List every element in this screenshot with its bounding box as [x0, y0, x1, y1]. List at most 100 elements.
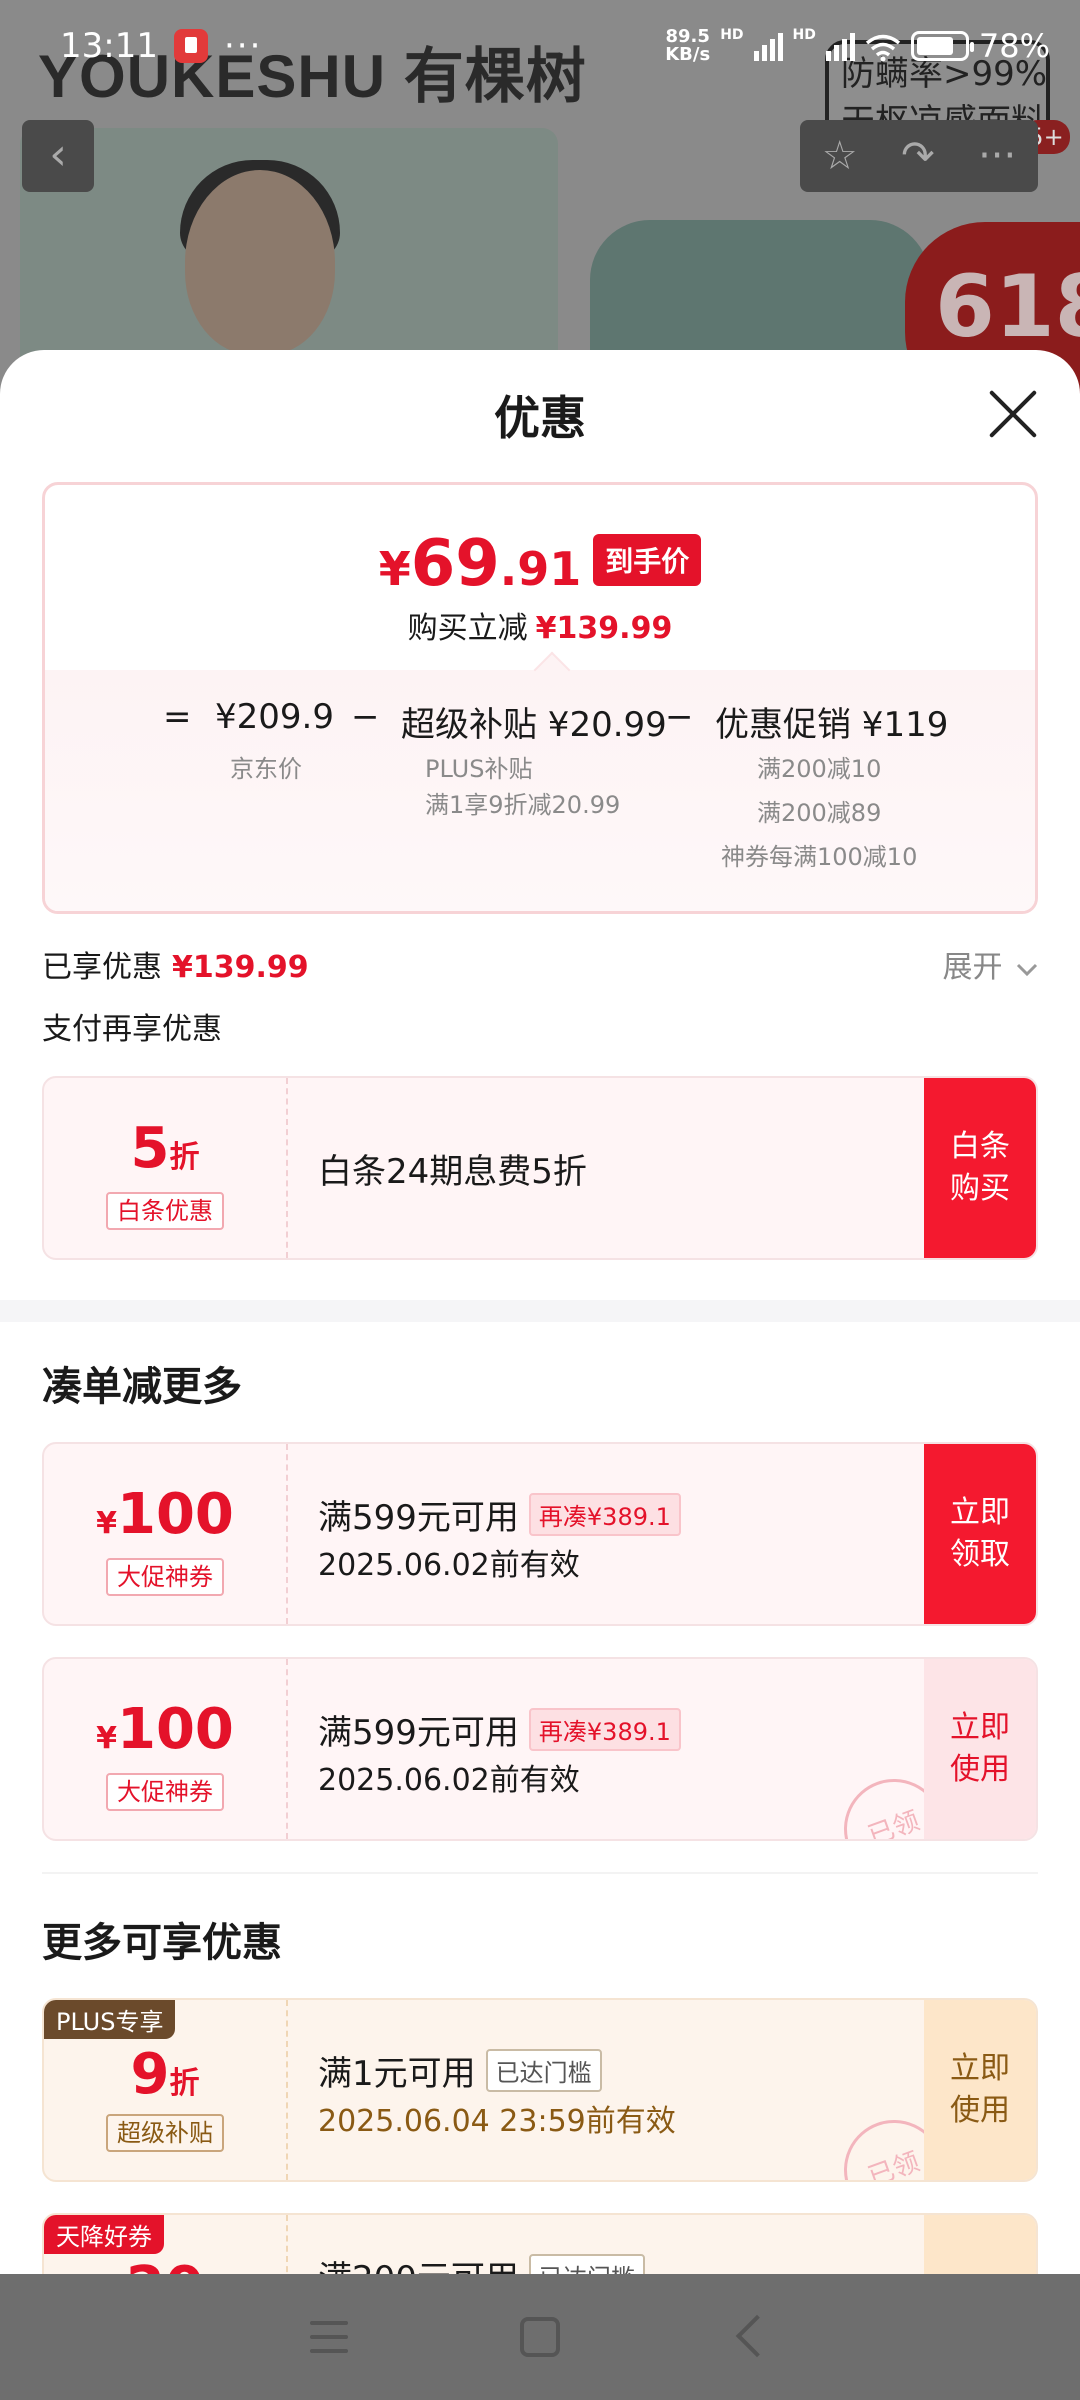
sky-coupon-tag: 天降好券 [44, 2215, 164, 2254]
back-icon[interactable] [720, 2307, 780, 2367]
baitiao-value: 5折 [44, 1116, 286, 1181]
discount-sheet: 优惠 ¥69.91 到手价 购买立减 ¥139.99 = ¥209.9 − 超级补贴… [0, 350, 1080, 2274]
coupon-card: ¥100 大促神券 满599元可用 再凑¥389.1 2025.06.02前有效 … [42, 1442, 1038, 1626]
sky-coupon-card: 天降好券 20 满200元可用已达门槛 立即 [42, 2213, 1038, 2274]
coupon-type-label: 大促神券 [106, 1558, 224, 1596]
sky-coupon-num: 20 [126, 2255, 204, 2274]
sky-coupon-value: 20 [44, 2255, 286, 2274]
instant-discount-value: ¥139.99 [535, 611, 673, 646]
expand-label: 展开 [942, 950, 1003, 985]
coupon-amount: 100 [116, 1697, 234, 1762]
super-subsidy-label: 超级补贴 [106, 2114, 224, 2152]
back-arrow-icon: ‹ [49, 129, 67, 180]
baitiao-coupon: 5折 白条优惠 白条24期息费5折 白条 购买 [42, 1076, 1038, 1260]
price-currency: ¥ [378, 542, 411, 596]
menu-icon[interactable] [300, 2307, 360, 2367]
sky-coupon-condition-text: 满200元可用 [318, 2259, 519, 2274]
baitiao-label: 白条优惠 [106, 1192, 224, 1230]
jd-price-value: ¥209.9 [215, 697, 334, 737]
use-plus-coupon-button[interactable]: 立即 使用 [924, 2000, 1036, 2180]
status-bar: 13:11 ··· 89.5 KB/s HD HD 78% [0, 0, 1080, 92]
coupon-divider [286, 1659, 288, 1839]
pay-more-title: 支付再享优惠 [42, 1012, 222, 1047]
signal-icon-2 [825, 31, 855, 61]
status-more-dots: ··· [223, 26, 263, 66]
favorite-star-icon[interactable]: ☆ [822, 133, 858, 179]
enjoyed-discount: 已享优惠 ¥139.99 [42, 942, 309, 986]
coupon-value: ¥100 [44, 1482, 286, 1547]
calc-equals: = [163, 697, 192, 737]
price-breakdown-card: ¥69.91 到手价 购买立减 ¥139.99 = ¥209.9 − 超级补贴 ¥2… [42, 482, 1038, 914]
expand-toggle[interactable]: 展开 [942, 942, 1038, 986]
home-icon[interactable] [520, 2317, 560, 2357]
hd-label-1: HD [720, 27, 744, 43]
jd-price-label: 京东价 [230, 755, 302, 783]
section-title-more: 凑单减更多 [42, 1364, 242, 1410]
plus-coupon-validity: 2025.06.04 23:59前有效 [318, 2104, 676, 2139]
plus-coupon-unit: 折 [169, 2066, 200, 2101]
sky-coupon-condition: 满200元可用已达门槛 [318, 2251, 645, 2274]
close-icon[interactable] [984, 386, 1040, 442]
network-speed: 89.5 KB/s [665, 28, 710, 64]
coupon-gap-chip: 再凑¥389.1 [528, 1708, 681, 1751]
coupon-value: ¥100 [44, 1697, 286, 1762]
plus-coupon-card: PLUS专享 9折 超级补贴 满1元可用 已达门槛 2025.06.04 23:5… [42, 1998, 1038, 2182]
coupon-condition: 满599元可用 再凑¥389.1 [318, 1705, 681, 1754]
plus-coupon-condition-text: 满1元可用 [318, 2054, 476, 2094]
baitiao-desc: 白条24期息费5折 [318, 1152, 587, 1192]
promo-note-2: 满200减89 [757, 799, 882, 827]
baitiao-num: 5 [130, 1116, 170, 1181]
coupon-condition-text: 满599元可用 [318, 1713, 519, 1753]
signal-icon-1 [753, 31, 783, 61]
promo-note-1: 满200减10 [757, 755, 882, 783]
baitiao-unit: 折 [169, 1140, 200, 1175]
coupon-divider [286, 2000, 288, 2180]
battery-percent: 78% [978, 27, 1050, 65]
network-speed-unit: KB/s [665, 44, 711, 65]
coupon-divider [286, 1444, 288, 1624]
coupon-divider [286, 1078, 288, 1258]
back-button[interactable]: ‹ [22, 120, 94, 192]
battery-icon [910, 31, 974, 61]
subsidy-note-2: 满1享9折减20.99 [425, 791, 621, 819]
header-actions: ☆ ↷ ··· [800, 120, 1038, 192]
promotion-value: 优惠促销 ¥119 [715, 705, 949, 745]
final-price-tag: 到手价 [593, 534, 702, 586]
section-divider [42, 1872, 1038, 1874]
plus-coupon-value: 9折 [44, 2042, 286, 2107]
notification-app-icon [173, 29, 208, 63]
calc-minus-2: − [665, 697, 694, 737]
instant-discount-label: 购买立减 [407, 611, 528, 646]
section-gap [0, 1300, 1080, 1322]
plus-coupon-num: 9 [130, 2042, 170, 2107]
coupon-divider [286, 2215, 288, 2274]
coupon-condition: 满599元可用 再凑¥389.1 [318, 1490, 681, 1539]
coupon-card: ¥100 大促神券 满599元可用 再凑¥389.1 2025.06.02前有效 … [42, 1657, 1038, 1841]
use-sky-coupon-button[interactable]: 立即 [924, 2215, 1036, 2274]
coupon-gap-chip: 再凑¥389.1 [528, 1493, 681, 1536]
use-coupon-button[interactable]: 立即 使用 [924, 1659, 1036, 1839]
coupon-validity: 2025.06.02前有效 [318, 1763, 580, 1798]
final-price: ¥69.91 到手价 [45, 527, 1035, 601]
coupon-condition-text: 满599元可用 [318, 1498, 519, 1538]
coupon-amount: 100 [116, 1482, 234, 1547]
coupon-currency: ¥ [96, 1506, 117, 1541]
threshold-met-chip: 已达门槛 [485, 2049, 602, 2092]
section-title-enjoy: 更多可享优惠 [42, 1920, 282, 1966]
price-decimal: .91 [499, 542, 582, 596]
status-time: 13:11 [60, 26, 158, 66]
share-icon[interactable]: ↷ [901, 133, 935, 179]
plus-exclusive-tag: PLUS专享 [44, 2000, 176, 2039]
model-face [185, 170, 335, 355]
coupon-validity: 2025.06.02前有效 [318, 1548, 580, 1583]
claim-coupon-button[interactable]: 立即 领取 [924, 1444, 1036, 1624]
instant-discount: 购买立减 ¥139.99 [45, 603, 1035, 647]
enjoyed-value: ¥139.99 [172, 950, 309, 985]
chevron-down-icon [1016, 963, 1038, 977]
plus-coupon-condition: 满1元可用 已达门槛 [318, 2046, 602, 2095]
calc-minus-1: − [351, 697, 380, 737]
promo-note-3: 神券每满100减10 [721, 843, 918, 871]
more-options-icon[interactable]: ··· [978, 133, 1016, 179]
baitiao-buy-button[interactable]: 白条 购买 [924, 1078, 1036, 1258]
coupon-type-label: 大促神券 [106, 1773, 224, 1811]
